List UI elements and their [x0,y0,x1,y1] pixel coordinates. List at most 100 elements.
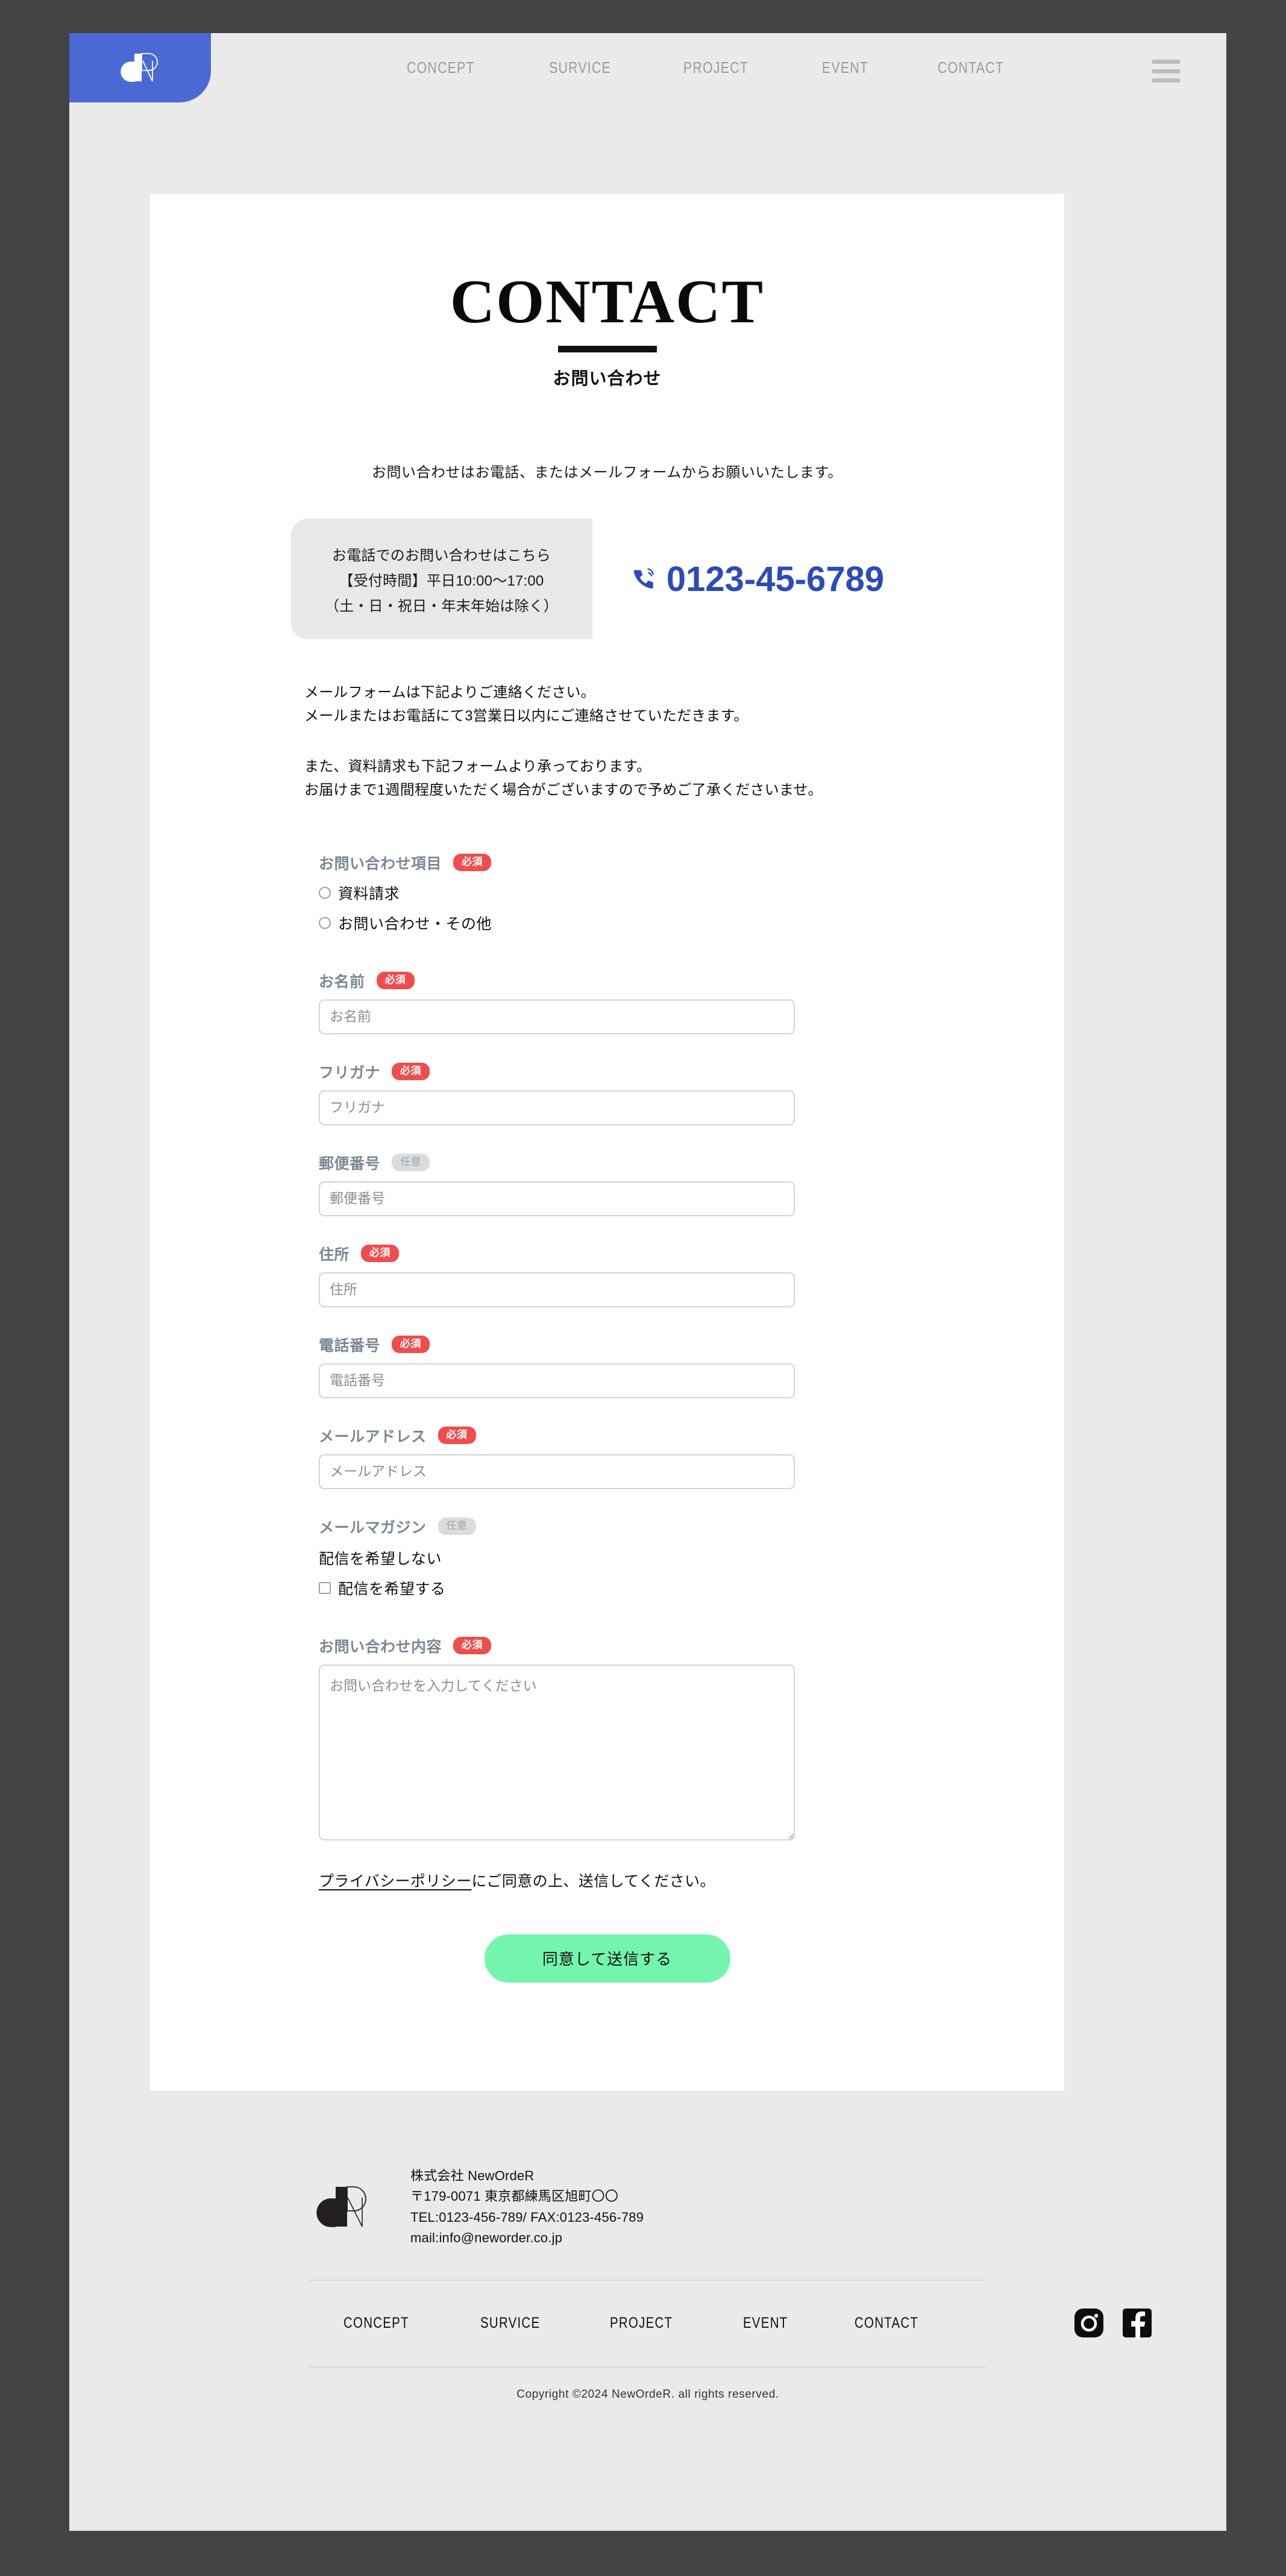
hamburger-menu-icon[interactable] [1152,60,1181,83]
field-message: お問い合わせ内容 必須 [319,1635,795,1840]
radio-circle-icon[interactable] [319,916,331,929]
phone-hours-line1: お電話でのお問い合わせはこちら [332,547,551,564]
footer-nav-item-project[interactable]: PROJECT [610,2315,673,2332]
label-postal-code: 郵便番号 [319,1155,381,1172]
badge-required: 必須 [392,1063,430,1080]
name-input[interactable] [319,999,795,1034]
body-para-1: メールフォームは下記よりご連絡ください。 メールまたはお電話にて3営業日以内にご… [304,681,1064,728]
privacy-consent-line: プライバシーポリシーにご同意の上、送信してください。 [319,1869,1064,1891]
body-text-block: メールフォームは下記よりご連絡ください。 メールまたはお電話にて3営業日以内にご… [304,681,1064,802]
postal-code-input[interactable] [319,1181,795,1216]
label-furigana: フリガナ [319,1064,381,1081]
radio-option-document-request[interactable]: 資料請求 [319,882,795,904]
privacy-consent-rest: にご同意の上、送信してください。 [471,1872,715,1890]
content-card: CONTACT お問い合わせ お問い合わせはお電話、またはメールフォームからお願… [150,194,1064,2090]
label-row-message: お問い合わせ内容 必須 [319,1635,795,1657]
magazine-label-subscribe: 配信を希望する [338,1580,446,1598]
hamburger-bar [1152,78,1181,83]
body-para-1-line-1: メールフォームは下記よりご連絡ください。 [304,684,595,701]
footer-company-block: 株式会社 NewOrdeR 〒179-0071 東京都練馬区旭町〇〇 TEL:0… [69,2090,1226,2248]
logo-dr-icon [115,43,166,93]
instagram-icon[interactable] [1073,2307,1105,2339]
radio-label-other-inquiry: お問い合わせ・その他 [338,915,492,933]
nav-item-project[interactable]: PROJECT [683,58,748,77]
site-footer: 株式会社 NewOrdeR 〒179-0071 東京都練馬区旭町〇〇 TEL:0… [69,2090,1226,2531]
footer-nav-item-contact[interactable]: CONTACT [855,2315,918,2332]
radio-option-other-inquiry[interactable]: お問い合わせ・その他 [319,912,795,934]
site-header: CONCEPT SURVICE PROJECT EVENT CONTACT [69,33,1226,136]
footer-nav-item-event[interactable]: EVENT [743,2315,788,2332]
magazine-label-decline: 配信を希望しない [319,1550,442,1568]
magazine-option-decline[interactable]: 配信を希望しない [319,1547,795,1569]
intro-lead-text: お問い合わせはお電話、またはメールフォームからお願いいたします。 [372,464,842,481]
phone-ringing-icon [632,566,658,592]
footer-nav-item-concept[interactable]: CONCEPT [343,2315,409,2332]
nav-item-concept[interactable]: CONCEPT [407,58,475,77]
phone-hours-line3: （土・日・祝日・年末年始は除く） [324,598,559,614]
label-row-postal-code: 郵便番号 任意 [319,1152,795,1174]
footer-company-name: 株式会社 NewOrdeR [410,2168,535,2183]
footer-nav: CONCEPT SURVICE PROJECT EVENT CONTACT [69,2307,1226,2339]
submit-button[interactable]: 同意して送信する [484,1934,730,1983]
title-underline-rule [557,346,657,352]
page-root: CONCEPT SURVICE PROJECT EVENT CONTACT CO… [69,33,1226,2531]
label-name: お名前 [319,973,365,990]
label-email: メールアドレス [319,1428,427,1445]
nav-item-event[interactable]: EVENT [822,58,868,77]
furigana-input[interactable] [319,1090,795,1125]
footer-nav-item-survice[interactable]: SURVICE [480,2315,540,2332]
footer-company-mail: mail:info@neworder.co.jp [410,2230,563,2245]
badge-optional: 任意 [438,1518,476,1535]
address-input[interactable] [319,1272,795,1307]
logo-badge[interactable] [69,33,211,102]
magazine-option-subscribe[interactable]: 配信を希望する [319,1577,795,1599]
field-address: 住所 必須 [319,1243,795,1307]
label-row-mail-magazine: メールマガジン 任意 [319,1516,795,1537]
badge-required: 必須 [453,854,492,871]
radio-label-document-request: 資料請求 [338,885,400,902]
field-furigana: フリガナ 必須 [319,1061,795,1125]
footer-divider-top [309,2280,985,2281]
phone-number[interactable]: 0123-45-6789 [667,559,884,599]
field-telephone: 電話番号 必須 [319,1334,795,1398]
copyright-text: Copyright ©2024 NewOrdeR. all rights res… [516,2388,779,2401]
radio-circle-icon[interactable] [319,886,331,899]
email-input[interactable] [319,1454,795,1489]
contact-form: お問い合わせ項目 必須 資料請求 お問い合わせ・その他 お名前 必須 お名前 フ… [319,852,795,1840]
label-telephone: 電話番号 [319,1337,381,1354]
badge-required: 必須 [392,1336,430,1353]
label-mail-magazine: メールマガジン [319,1519,427,1536]
footer-company-tel-fax: TEL:0123-456-789/ FAX:0123-456-789 [410,2209,644,2225]
field-postal-code: 郵便番号 任意 [319,1152,795,1216]
label-inquiry-type: お問い合わせ項目 [319,855,442,872]
label-row-email: メールアドレス 必須 [319,1425,795,1446]
badge-required: 必須 [453,1637,492,1654]
checkbox-square-icon[interactable] [319,1581,331,1594]
nav-item-survice[interactable]: SURVICE [549,58,611,77]
phone-hours-panel: お電話でのお問い合わせはこちら 【受付時間】平日10:00〜17:00 （土・日… [290,519,592,639]
footer-divider-bottom [309,2366,985,2368]
field-inquiry-type: お問い合わせ項目 必須 資料請求 お問い合わせ・その他 [319,852,795,934]
field-mail-magazine: メールマガジン 任意 配信を希望しない 配信を希望する [319,1516,795,1599]
telephone-input[interactable] [319,1363,795,1398]
page-title: CONTACT [450,267,765,336]
label-row-address: 住所 必須 [319,1243,795,1265]
facebook-icon[interactable] [1121,2307,1153,2339]
hamburger-bar [1152,69,1181,73]
footer-company-info: 株式会社 NewOrdeR 〒179-0071 東京都練馬区旭町〇〇 TEL:0… [410,2166,644,2248]
nav-item-contact[interactable]: CONTACT [938,58,1004,77]
page-subtitle: お問い合わせ [553,369,662,389]
privacy-policy-link[interactable]: プライバシーポリシー [319,1873,472,1890]
message-textarea[interactable] [319,1664,795,1840]
body-para-2-line-2: お届けまで1週間程度いただく場合がございますので予めご了承くださいませ。 [304,781,823,798]
label-address: 住所 [319,1246,350,1263]
social-links [1073,2307,1153,2339]
phone-number-panel[interactable]: 0123-45-6789 [592,519,924,639]
phone-hours-line2: 【受付時間】平日10:00〜17:00 [339,572,544,589]
badge-required: 必須 [438,1427,476,1444]
body-para-2-line-1: また、資料請求も下記フォームより承っております。 [304,758,651,775]
badge-required: 必須 [376,972,415,989]
body-para-1-line-2: メールまたはお電話にて3営業日以内にご連絡させていただきます。 [304,707,748,724]
field-name: お名前 必須 [319,970,795,1034]
primary-nav: CONCEPT SURVICE PROJECT EVENT CONTACT [407,33,1019,102]
